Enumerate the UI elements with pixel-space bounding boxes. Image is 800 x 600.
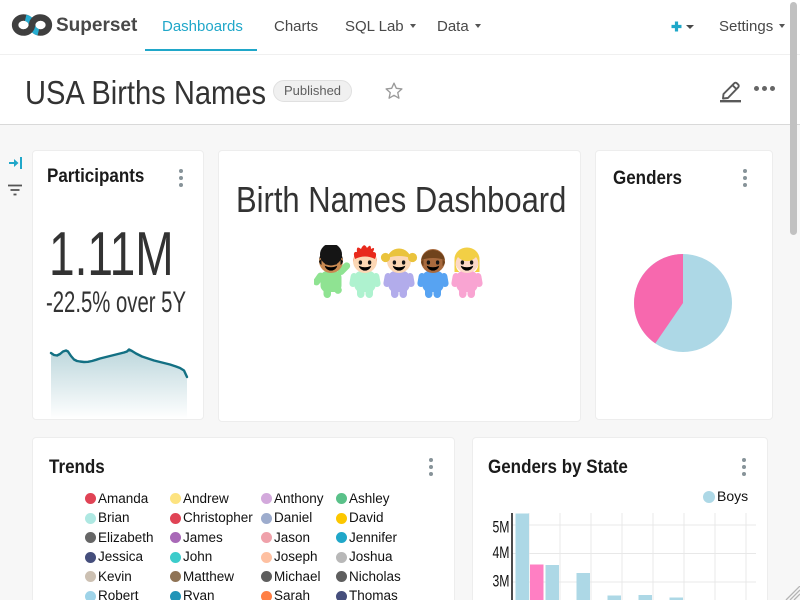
svg-text:3M: 3M	[493, 572, 510, 591]
svg-text:5M: 5M	[493, 518, 510, 537]
svg-text:4M: 4M	[493, 543, 510, 562]
